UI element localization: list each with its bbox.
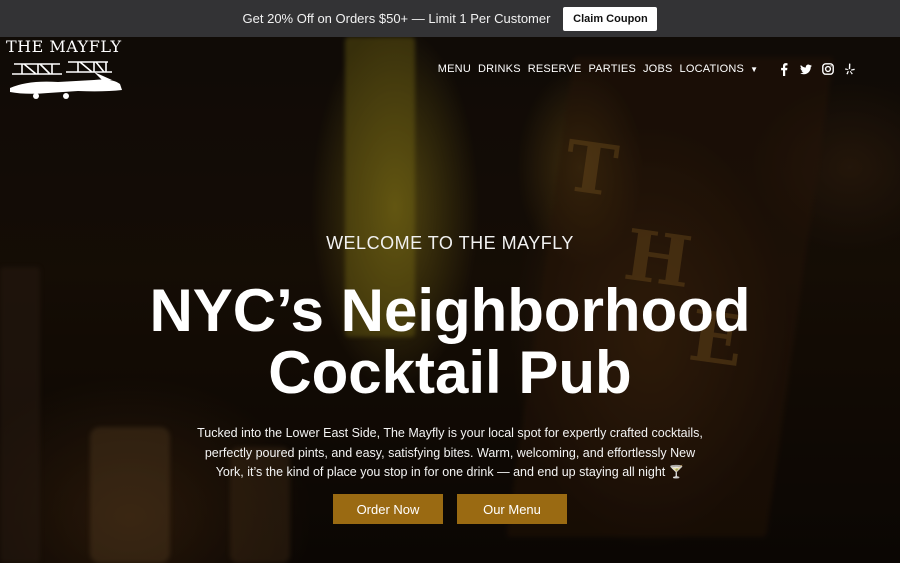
- our-menu-button[interactable]: Our Menu: [457, 494, 567, 524]
- facebook-icon[interactable]: [778, 62, 790, 76]
- headline-line-2: Cocktail Pub: [268, 339, 632, 406]
- chevron-down-icon[interactable]: ▼: [750, 65, 758, 74]
- nav-item-jobs[interactable]: JOBS: [643, 63, 673, 75]
- promo-text: Get 20% Off on Orders $50+ — Limit 1 Per…: [242, 11, 551, 26]
- headline-line-1: NYC’s Neighborhood: [149, 277, 751, 344]
- nav-item-menu[interactable]: MENU: [438, 63, 471, 75]
- logo-wordmark: THE MAYFLY: [6, 37, 122, 56]
- claim-coupon-button[interactable]: Claim Coupon: [563, 6, 658, 31]
- hero-eyebrow: WELCOME TO THE MAYFLY: [326, 233, 574, 253]
- social-links: [768, 62, 856, 76]
- order-now-button[interactable]: Order Now: [333, 494, 443, 524]
- twitter-icon[interactable]: [800, 63, 812, 75]
- cta-row: Order Now Our Menu: [0, 494, 900, 524]
- mayfly-logo[interactable]: THE MAYFLY: [6, 38, 128, 102]
- hero-description: Tucked into the Lower East Side, The May…: [197, 426, 703, 479]
- nav-item-parties[interactable]: PARTIES: [589, 63, 636, 75]
- yelp-icon[interactable]: [844, 63, 856, 75]
- biplane-icon: [10, 61, 122, 99]
- promo-bar: Get 20% Off on Orders $50+ — Limit 1 Per…: [0, 0, 900, 37]
- hero-headline: NYC’s Neighborhood Cocktail Pub: [0, 280, 900, 404]
- nav-item-drinks[interactable]: DRINKS: [478, 63, 521, 75]
- main-nav: MENU DRINKS RESERVE PARTIES JOBS LOCATIO…: [431, 62, 856, 76]
- nav-item-locations[interactable]: LOCATIONS: [680, 63, 745, 75]
- instagram-icon[interactable]: [822, 63, 834, 75]
- nav-item-reserve[interactable]: RESERVE: [528, 63, 582, 75]
